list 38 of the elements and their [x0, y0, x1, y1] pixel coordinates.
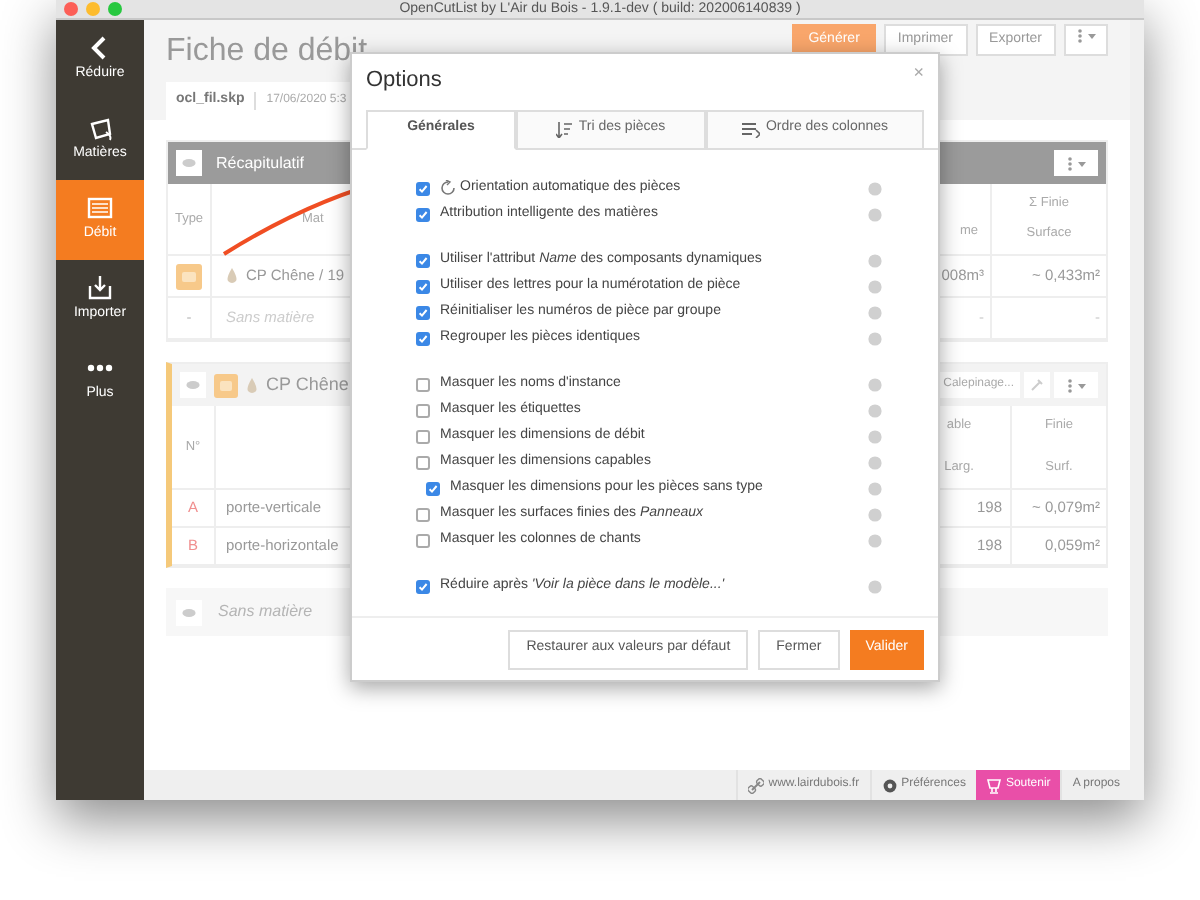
group-title: CP Chêne — [266, 371, 349, 398]
zoom-window-button[interactable] — [108, 2, 122, 16]
group-menu-button[interactable] — [1054, 372, 1098, 398]
import-icon — [86, 274, 114, 303]
minimize-window-button[interactable] — [86, 2, 100, 16]
visibility-toggle[interactable] — [176, 599, 202, 625]
sheet-stack-icon — [214, 373, 238, 397]
drop-icon — [226, 268, 238, 284]
checkbox[interactable] — [416, 455, 430, 469]
columns-order-icon — [741, 121, 760, 137]
close-icon[interactable]: × — [913, 64, 924, 82]
visibility-toggle[interactable] — [180, 372, 206, 398]
sort-icon — [556, 121, 573, 137]
visibility-toggle[interactable] — [176, 150, 202, 176]
dialog-title: Options — [366, 66, 442, 96]
cup-icon — [985, 777, 1002, 793]
group-title: Sans matière — [218, 600, 313, 624]
checkbox[interactable] — [416, 403, 430, 417]
summary-title: Récapitulatif — [216, 151, 305, 175]
tool-button[interactable] — [1024, 372, 1050, 398]
checkbox[interactable] — [416, 377, 430, 391]
checkbox[interactable] — [416, 429, 430, 443]
help-icon — [868, 579, 882, 593]
rotation-icon — [440, 180, 456, 196]
sheet-icon — [86, 194, 114, 223]
drop-icon — [246, 377, 258, 393]
checkbox[interactable] — [416, 533, 430, 547]
kebab-caret-icon — [1064, 155, 1088, 171]
summary-menu-button[interactable] — [1054, 150, 1098, 176]
kebab-caret-icon — [1064, 377, 1088, 393]
more-menu-button[interactable] — [1064, 24, 1108, 56]
sheet-stack-icon — [176, 263, 202, 289]
link-icon — [748, 777, 765, 793]
kebab-caret-icon — [1074, 27, 1098, 44]
tool-icon — [1030, 378, 1044, 392]
close-window-button[interactable] — [64, 2, 78, 16]
checkbox[interactable] — [416, 507, 430, 521]
settings-icon — [881, 777, 898, 793]
